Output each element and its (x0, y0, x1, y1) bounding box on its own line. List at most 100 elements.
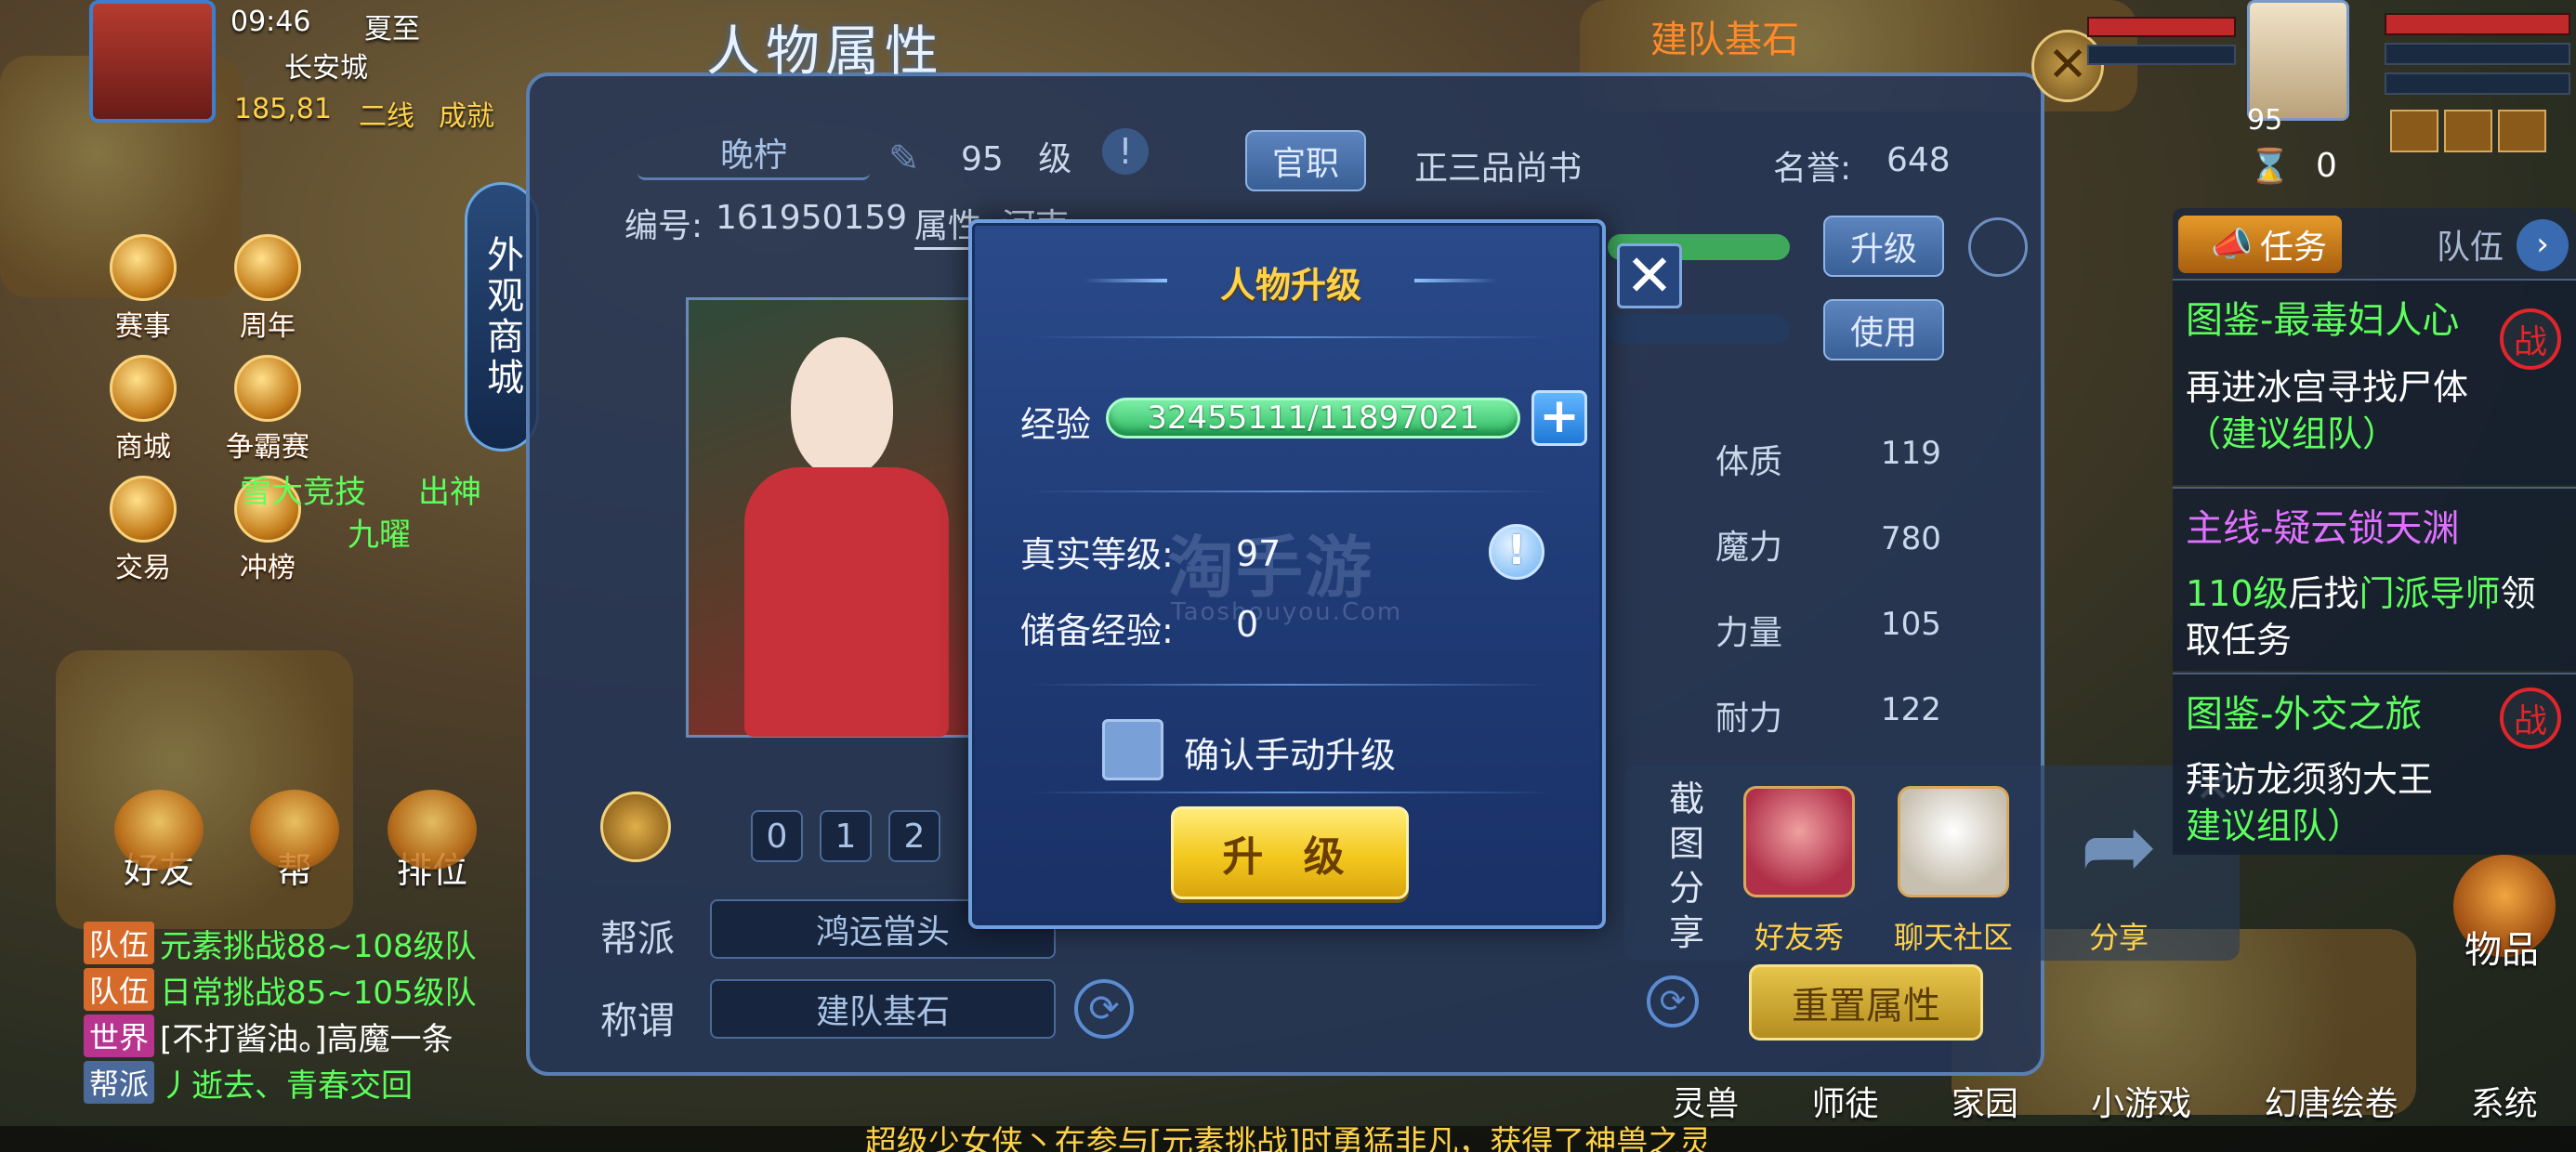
chat-channel-tag: 队伍 (84, 922, 155, 964)
menu-minigame[interactable]: 小游戏 (2091, 1077, 2191, 1125)
bottom-menu: 灵兽 师徒 家园 小游戏 幻唐绘卷 系统 (1636, 1078, 2574, 1124)
rank-button[interactable]: 排位 (381, 790, 483, 901)
top-title-text: 建队基石 (1650, 19, 1799, 61)
buff-icon[interactable] (2444, 110, 2492, 152)
player-sp-bar (2385, 72, 2570, 95)
real-level-label: 真实等级: (1020, 534, 1174, 575)
experience-bar: 32455111/11897021 (1106, 398, 1520, 439)
add-experience-button[interactable]: + (1531, 390, 1587, 446)
npc-text: 九曜 (348, 517, 411, 554)
system-broadcast: 超级少女侠丶在参与[元素挑战]时勇猛非凡，获得了神兽之灵 (0, 1126, 2576, 1152)
portrait-face (791, 337, 893, 477)
task-desc-text: 后找 (2288, 573, 2359, 614)
task-desc: 拜访龙须豹大王 (2186, 759, 2434, 800)
menu-pet[interactable]: 灵兽 (1672, 1077, 1739, 1125)
share-arrow-icon[interactable]: ➦ (2063, 795, 2175, 897)
page-indicator[interactable]: 0 (751, 810, 803, 862)
emblem-icon[interactable] (600, 792, 671, 862)
menu-system[interactable]: 系统 (2471, 1077, 2538, 1125)
reserve-exp-value: 0 (1236, 604, 1259, 645)
refresh-attr-icon[interactable]: ⟳ (1647, 975, 1699, 1028)
reset-attributes-button[interactable]: 重置属性 (1749, 964, 1983, 1041)
stat-label: 力量 (1715, 614, 1783, 652)
battle-badge: 战 (2500, 687, 2561, 749)
chat-channel-tag: 帮派 (84, 1061, 155, 1104)
city-map-icon[interactable] (89, 0, 216, 123)
microphone-icon (250, 790, 339, 870)
pet-hp-bar (2087, 17, 2236, 37)
server-line[interactable]: 二线 (359, 93, 414, 134)
reserve-exp-label: 储备经验: (1020, 610, 1174, 651)
menu-mentor[interactable]: 师徒 (1811, 1077, 1878, 1125)
character-portrait (686, 297, 1002, 738)
character-upgrade-dialog: 人物升级 经验 32455111/11897021 + 淘手游 Taoshouy… (968, 219, 1606, 929)
close-dialog-button[interactable]: ✕ (1617, 243, 1682, 308)
shop-button[interactable]: 商城 (97, 355, 190, 464)
friends-button[interactable]: 好友 (108, 790, 210, 901)
gift-box-icon[interactable] (1968, 217, 2028, 277)
share-title: 截图分享 (1669, 779, 1705, 953)
attr-upgrade-button[interactable]: 升级 (1823, 216, 1944, 277)
info-icon[interactable]: ! (1489, 524, 1544, 580)
office-button[interactable]: 官职 (1245, 130, 1366, 191)
help-icon[interactable]: ! (1102, 128, 1149, 175)
title-label: 称谓 (600, 1000, 675, 1042)
chat-message: 元素挑战88~108级队 (160, 927, 477, 965)
attribute-panel-title: 人物属性 (706, 20, 945, 83)
chat-box[interactable]: 队伍 元素挑战88~108级队 队伍 日常挑战85~105级队 世界 [不打酱油… (84, 920, 567, 1106)
battle-badge: 战 (2500, 308, 2561, 370)
character-level-number: 95 (961, 140, 1004, 178)
chat-line: 队伍 日常挑战85~105级队 (84, 966, 567, 1013)
chat-line: 世界 [不打酱油。]高魔一条 (84, 1013, 567, 1059)
task-item[interactable]: 主线-疑云锁天渊 110级后找门派导师领取任务 (2173, 487, 2576, 671)
chat-community-icon[interactable] (1898, 786, 2009, 897)
separator (1028, 792, 1554, 793)
hourglass-icon: ⌛ (2249, 148, 2291, 186)
pet-mp-bar (2087, 45, 2236, 65)
player-level: 95 (2247, 104, 2283, 137)
achievement-link[interactable]: 成就 (439, 93, 494, 134)
task-item[interactable]: 图鉴-外交之旅 拜访龙须豹大王 建议组队） 战 (2173, 673, 2576, 855)
menu-scroll[interactable]: 幻唐绘卷 (2264, 1077, 2398, 1125)
clock-time: 09:46 (230, 6, 311, 38)
task-item[interactable]: 图鉴-最毒妇人心 再进冰宫寻找尸体 （建议组队） 战 (2173, 279, 2576, 485)
use-button[interactable]: 使用 (1823, 299, 1944, 360)
npc-text: 雪大竞技 (240, 474, 366, 511)
tab-task-label: 任务 (2259, 229, 2327, 267)
championship-button[interactable]: 争霸赛 (221, 355, 314, 464)
stat-label: 魔力 (1715, 529, 1783, 567)
title-value[interactable]: 建队基石 (710, 979, 1056, 1039)
page-indicator[interactable]: 1 (820, 810, 872, 862)
friend-show-icon[interactable] (1743, 786, 1855, 897)
close-panel-icon[interactable]: ✕ (2031, 30, 2104, 102)
buff-icon[interactable] (2498, 110, 2546, 152)
task-desc: 再进冰宫寻找尸体 (2186, 367, 2469, 408)
buff-icon[interactable] (2390, 110, 2438, 152)
trade-label: 交易 (115, 552, 171, 584)
anniversary-button[interactable]: 周年 (221, 234, 314, 343)
watermark-subtext: Taoshouyou.Com (1171, 598, 1403, 626)
edit-name-icon[interactable]: ✎ (888, 137, 920, 180)
guild-button[interactable]: 帮 (243, 790, 346, 901)
upgrade-button[interactable]: 升 级 (1171, 806, 1409, 899)
refresh-title-icon[interactable]: ⟳ (1074, 979, 1134, 1039)
page-indicator[interactable]: 2 (888, 810, 940, 862)
anniversary-label: 周年 (240, 310, 296, 343)
npc-text: 出神 (418, 474, 481, 511)
manual-upgrade-checkbox[interactable] (1102, 719, 1163, 780)
player-avatar[interactable] (2247, 0, 2349, 121)
cake-icon (234, 234, 301, 301)
menu-home[interactable]: 家园 (1952, 1077, 2018, 1125)
separator (1028, 684, 1554, 686)
collapse-arrow-icon[interactable]: › (2517, 219, 2569, 271)
event-button[interactable]: 赛事 (97, 234, 190, 343)
megaphone-icon: 📣 (2211, 226, 2253, 264)
crown-icon (234, 355, 301, 422)
id-value: 161950159 (716, 199, 908, 237)
manual-upgrade-label: 确认手动升级 (1184, 735, 1397, 776)
trade-button[interactable]: 交易 (97, 476, 190, 584)
tab-task[interactable]: 📣 任务 (2178, 216, 2342, 273)
ranking-rush-label: 冲榜 (240, 552, 296, 584)
location-name[interactable]: 长安城 (284, 45, 368, 85)
tab-team[interactable]: 队伍 (2351, 216, 2515, 273)
